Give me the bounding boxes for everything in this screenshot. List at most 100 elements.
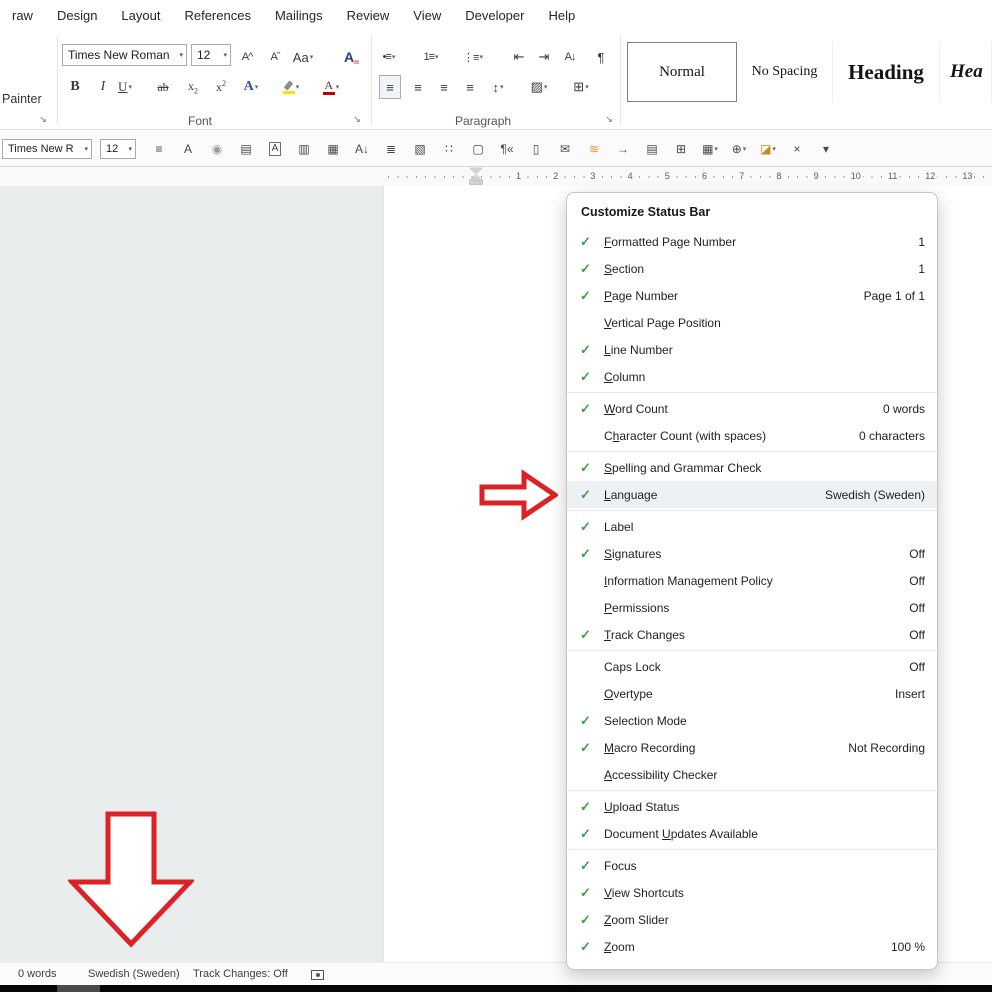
font-dialog-launcher-icon[interactable]: ↘ (350, 112, 364, 126)
shading-button[interactable]: ▨ ▾ (528, 75, 550, 99)
menu-tab[interactable]: Design (45, 0, 109, 30)
superscript-button[interactable]: x2 (210, 75, 232, 99)
paragraph-dialog-launcher-icon[interactable]: ↘ (602, 112, 616, 126)
align-right-button[interactable]: ≡ (433, 75, 455, 99)
increase-indent-button[interactable]: ⇥ (533, 45, 555, 69)
copy-page-icon[interactable]: ▢ ▾ (465, 136, 491, 162)
menu-item-spelling-and-grammar-check[interactable]: ✓ Spelling and Grammar Check (567, 454, 937, 481)
document-lines-icon[interactable]: ▤ ▾ (639, 136, 665, 162)
track-changes-status[interactable]: Track Changes: Off (193, 968, 288, 980)
draw-table-icon[interactable]: ▦ ▾ (320, 136, 346, 162)
grow-font-button[interactable]: A^ (236, 45, 258, 69)
menu-tab[interactable]: Help (536, 0, 587, 30)
menu-item-language[interactable]: ✓ Language Swedish (Sweden) (567, 481, 937, 508)
highlight-rows-icon[interactable]: ≋ ▾ (581, 136, 607, 162)
page-edit-icon[interactable]: ▤ ▾ (233, 136, 259, 162)
font-color-button[interactable]: A ▾ (320, 75, 342, 99)
toolbar-font-size-combo[interactable]: 12 ▾ (100, 139, 136, 159)
menu-item-word-count[interactable]: ✓ Word Count 0 words (567, 395, 937, 422)
text-highlight-button[interactable]: ▾ (280, 75, 302, 99)
menu-item-character-count-with-spaces[interactable]: ✓ Character Count (with spaces) 0 charac… (567, 422, 937, 449)
menu-item-selection-mode[interactable]: ✓ Selection Mode (567, 707, 937, 734)
language-status[interactable]: Swedish (Sweden) (88, 968, 180, 980)
italic-button[interactable]: I (92, 75, 114, 99)
select-table-icon[interactable]: ⊞ ▾ (668, 136, 694, 162)
page-color-icon[interactable]: ▥ ▾ (291, 136, 317, 162)
word-count-status[interactable]: 0 words (18, 968, 57, 980)
menu-item-document-updates-available[interactable]: ✓ Document Updates Available (567, 820, 937, 847)
numbering-button[interactable]: 1≡ ▾ (420, 45, 442, 69)
style-item[interactable]: Heading (833, 42, 940, 102)
menu-tab[interactable]: View (401, 0, 453, 30)
link-ring-icon[interactable]: ⊕ ▾ (726, 136, 752, 162)
clipboard-dialog-launcher-icon[interactable]: ↘ (36, 112, 50, 126)
table-icon[interactable]: ▦ ▾ (697, 136, 723, 162)
subscript-button[interactable]: x2 (182, 75, 204, 99)
menu-item-section[interactable]: ✓ Section 1 (567, 255, 937, 282)
menu-tab[interactable]: References (172, 0, 262, 30)
menu-item-macro-recording[interactable]: ✓ Macro Recording Not Recording (567, 734, 937, 761)
format-painter-label[interactable]: Painter (2, 92, 42, 106)
multilevel-list-button[interactable]: ⋮≡ ▾ (462, 45, 484, 69)
clear-formatting-button[interactable]: A (338, 45, 360, 69)
menu-item-zoom-slider[interactable]: ✓ Zoom Slider (567, 906, 937, 933)
style-item[interactable]: Hea (940, 42, 992, 102)
menu-item-column[interactable]: ✓ Column (567, 363, 937, 390)
menu-tab[interactable]: Mailings (263, 0, 335, 30)
menu-item-label[interactable]: ✓ Label (567, 513, 937, 540)
menu-tab[interactable]: Developer (453, 0, 536, 30)
change-case-button[interactable]: Aa ▾ (292, 45, 314, 69)
blank-page-icon[interactable]: ▯ ▾ (523, 136, 549, 162)
menu-item-upload-status[interactable]: ✓ Upload Status (567, 793, 937, 820)
borders-button[interactable]: ⊞ ▾ (570, 75, 592, 99)
bullets-button[interactable]: •≡ ▾ (378, 45, 400, 69)
bold-button[interactable]: B (64, 75, 86, 99)
fill-color-icon[interactable]: ◪ ▾ (755, 136, 781, 162)
toolbar-font-name-combo[interactable]: Times New R ▾ (2, 139, 92, 159)
line-numbers-icon[interactable]: ≣ ▾ (378, 136, 404, 162)
export-page-icon[interactable]: → ▾ (610, 136, 636, 162)
menu-item-focus[interactable]: ✓ Focus (567, 852, 937, 879)
show-formatting-marks-button[interactable]: ¶ (590, 45, 612, 69)
style-item[interactable]: No Spacing (737, 42, 833, 102)
align-center-button[interactable]: ≡ (407, 75, 429, 99)
menu-item-track-changes[interactable]: ✓ Track Changes Off (567, 621, 937, 648)
page-font-icon[interactable]: ▧ ▾ (407, 136, 433, 162)
menu-item-caps-lock[interactable]: ✓ Caps Lock Off (567, 653, 937, 680)
font-name-combo[interactable]: Times New Roman ▾ (62, 44, 187, 66)
list-settings-icon[interactable]: ∷ ▾ (436, 136, 462, 162)
envelope-icon[interactable]: ✉ ▾ (552, 136, 578, 162)
text-effects-button[interactable]: A ▾ (240, 75, 262, 99)
menu-item-accessibility-checker[interactable]: ✓ Accessibility Checker (567, 761, 937, 788)
pilcrow-back-icon[interactable]: ¶« ▾ (494, 136, 520, 162)
menu-tab[interactable]: raw (0, 0, 45, 30)
macro-record-icon[interactable] (311, 970, 324, 980)
line-paragraph-options-icon[interactable]: ≡ ▾ (146, 136, 172, 162)
boxed-font-icon[interactable]: A ▾ (262, 136, 288, 162)
sort-button[interactable]: A↓ (559, 45, 581, 69)
close-x-icon[interactable]: × ▾ (784, 136, 810, 162)
menu-item-overtype[interactable]: ✓ Overtype Insert (567, 680, 937, 707)
strikethrough-button[interactable]: ab (152, 75, 174, 99)
record-circle-icon[interactable]: ◉ ▾ (204, 136, 230, 162)
menu-item-formatted-page-number[interactable]: ✓ Formatted Page Number 1 (567, 228, 937, 255)
menu-item-information-management-policy[interactable]: ✓ Information Management Policy Off (567, 567, 937, 594)
menu-item-signatures[interactable]: ✓ Signatures Off (567, 540, 937, 567)
menu-tab[interactable]: Review (335, 0, 402, 30)
menu-item-line-number[interactable]: ✓ Line Number (567, 336, 937, 363)
align-left-button[interactable]: ≡ (379, 75, 401, 99)
decrease-indent-button[interactable]: ⇤ (508, 45, 530, 69)
indent-marker[interactable] (470, 168, 482, 184)
sort-icon[interactable]: A↓ ▾ (349, 136, 375, 162)
underline-button[interactable]: U ▾ (114, 75, 136, 99)
style-item[interactable]: Normal (627, 42, 737, 102)
font-size-combo[interactable]: 12 ▾ (191, 44, 231, 66)
menu-item-view-shortcuts[interactable]: ✓ View Shortcuts (567, 879, 937, 906)
menu-item-page-number[interactable]: ✓ Page Number Page 1 of 1 (567, 282, 937, 309)
justify-button[interactable]: ≡ (459, 75, 481, 99)
line-spacing-button[interactable]: ↕ ▾ (487, 75, 509, 99)
more-options-icon[interactable]: ▾ ▾ (813, 136, 839, 162)
shrink-font-button[interactable]: Aˇ (264, 45, 286, 69)
menu-item-zoom[interactable]: ✓ Zoom 100 % (567, 933, 937, 960)
menu-item-permissions[interactable]: ✓ Permissions Off (567, 594, 937, 621)
